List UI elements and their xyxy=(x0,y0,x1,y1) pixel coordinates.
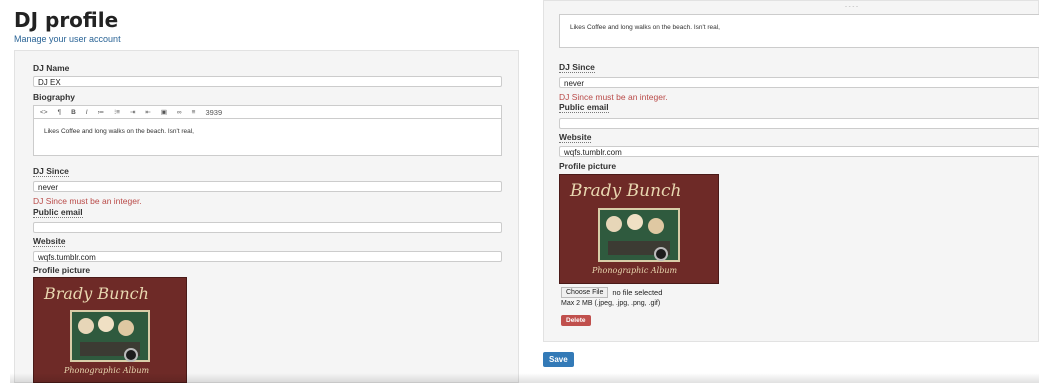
dj-since-label: DJ Since xyxy=(33,166,69,178)
profile-picture-label: Profile picture xyxy=(33,265,91,275)
public-email-input[interactable] xyxy=(33,222,502,233)
no-file-text: no file selected xyxy=(612,288,663,297)
page-subtitle[interactable]: Manage your user account xyxy=(14,34,121,44)
dj-name-label: DJ Name xyxy=(33,63,70,73)
biography-editor[interactable]: Likes Coffee and long walks on the beach… xyxy=(33,118,502,156)
public-email-label: Public email xyxy=(33,207,83,219)
choose-file-button[interactable]: Choose File xyxy=(561,287,609,298)
code-view-icon[interactable]: <> xyxy=(40,109,48,116)
bold-icon[interactable]: B xyxy=(71,109,76,116)
album-title-top-right: Brady Bunch xyxy=(570,181,682,201)
album-title-bottom-right: Phonographic Album xyxy=(592,266,678,275)
outdent-icon[interactable]: ⇤ xyxy=(145,108,150,116)
ordered-list-icon[interactable]: ⁝≡ xyxy=(114,108,120,116)
character-count: 3939 xyxy=(205,107,223,117)
page-title: DJ profile xyxy=(14,8,119,32)
album-title-top: Brady Bunch xyxy=(44,284,149,303)
website-label: Website xyxy=(33,236,66,248)
public-email-label-right: Public email xyxy=(559,102,609,114)
website-input-right[interactable]: wqfs.tumblr.com xyxy=(559,146,1039,157)
dj-since-input[interactable]: never xyxy=(33,181,502,192)
align-icon[interactable]: ≡ xyxy=(192,109,196,116)
biography-editor-right[interactable]: Likes Coffee and long walks on the beach… xyxy=(559,14,1039,48)
unordered-list-icon[interactable]: ≔ xyxy=(98,108,105,116)
link-icon[interactable]: ∞ xyxy=(177,109,182,116)
public-email-input-right[interactable] xyxy=(559,118,1039,129)
biography-toolbar: <> ¶ B I ≔ ⁝≡ ⇥ ⇤ ▣ ∞ ≡ 3939 xyxy=(33,105,502,118)
profile-picture-label-right: Profile picture xyxy=(559,161,617,171)
bottom-shadow xyxy=(10,373,1039,383)
image-icon[interactable]: ▣ xyxy=(161,108,167,116)
top-hint: - - - - xyxy=(845,4,858,10)
biography-text: Likes Coffee and long walks on the beach… xyxy=(44,128,194,135)
dj-since-label-right: DJ Since xyxy=(559,62,595,74)
save-button[interactable]: Save xyxy=(543,352,574,367)
biography-label: Biography xyxy=(33,92,76,102)
dj-since-input-right[interactable]: never xyxy=(559,77,1039,88)
indent-icon[interactable]: ⇥ xyxy=(130,108,135,116)
paragraph-icon[interactable]: ¶ xyxy=(58,109,62,116)
dj-name-input[interactable]: DJ EX xyxy=(33,76,502,87)
profile-picture-image: Brady Bunch Phonographic Album xyxy=(33,277,187,383)
dj-since-error-right: DJ Since must be an integer. xyxy=(559,92,668,102)
italic-icon[interactable]: I xyxy=(86,109,88,116)
dj-since-error: DJ Since must be an integer. xyxy=(33,196,142,206)
file-chooser: Choose File no file selected xyxy=(561,287,662,298)
website-label-right: Website xyxy=(559,132,592,144)
profile-picture-image-right: Brady Bunch Phonographic Album xyxy=(559,174,719,284)
max-size-text: Max 2 MB (.jpeg, .jpg, .png, .gif) xyxy=(561,300,661,307)
website-input[interactable]: wqfs.tumblr.com xyxy=(33,251,502,262)
delete-button[interactable]: Delete xyxy=(561,315,591,326)
biography-text-right: Likes Coffee and long walks on the beach… xyxy=(570,24,720,31)
